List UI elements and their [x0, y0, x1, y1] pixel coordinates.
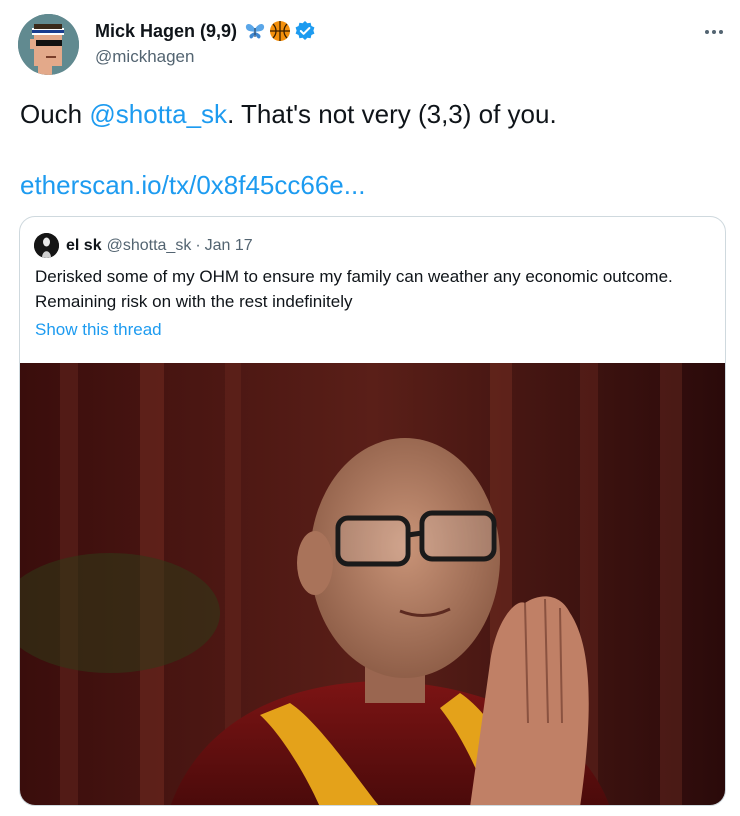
quoted-text: Derisked some of my OHM to ensure my fam… [35, 267, 673, 311]
tweet-card: Mick Hagen (9,9) @mickhagen Ouch @shotta… [0, 0, 740, 816]
butterfly-icon [245, 24, 265, 39]
quoted-tweet[interactable]: el sk @shotta_sk · Jan 17 Derisked some … [19, 216, 726, 806]
tweet-text: Ouch @shotta_sk. That's not very (3,3) o… [20, 98, 720, 130]
author-display-name[interactable]: Mick Hagen (9,9) [95, 21, 237, 42]
author-avatar[interactable] [18, 14, 79, 75]
show-thread-link[interactable]: Show this thread [35, 320, 162, 340]
silhouette-avatar-icon [34, 233, 59, 258]
quoted-date: Jan 17 [204, 236, 253, 254]
more-options-button[interactable] [700, 20, 728, 44]
author-handle[interactable]: @mickhagen [95, 47, 194, 67]
monk-praying-photo-icon [20, 363, 725, 805]
tweet-text-prefix: Ouch [20, 99, 90, 129]
tweet-text-suffix: . That's not very (3,3) of you. [227, 99, 557, 129]
more-horizontal-icon [705, 30, 723, 34]
basketball-icon [270, 21, 291, 41]
quoted-handle: @shotta_sk [106, 236, 192, 254]
quoted-tweet-header: el sk @shotta_sk · Jan 17 [34, 233, 253, 258]
quoted-avatar [34, 233, 59, 258]
author-display-name-row[interactable]: Mick Hagen (9,9) [95, 20, 316, 42]
quoted-separator: · [195, 236, 201, 254]
punk-avatar-icon [18, 14, 79, 75]
quoted-display-name: el sk [66, 236, 102, 254]
quoted-photo[interactable] [20, 363, 725, 805]
author-badges [244, 20, 316, 42]
etherscan-link[interactable]: etherscan.io/tx/0x8f45cc66e... [20, 169, 365, 201]
mention-link[interactable]: @shotta_sk [89, 99, 227, 129]
verified-badge-icon [295, 21, 315, 40]
